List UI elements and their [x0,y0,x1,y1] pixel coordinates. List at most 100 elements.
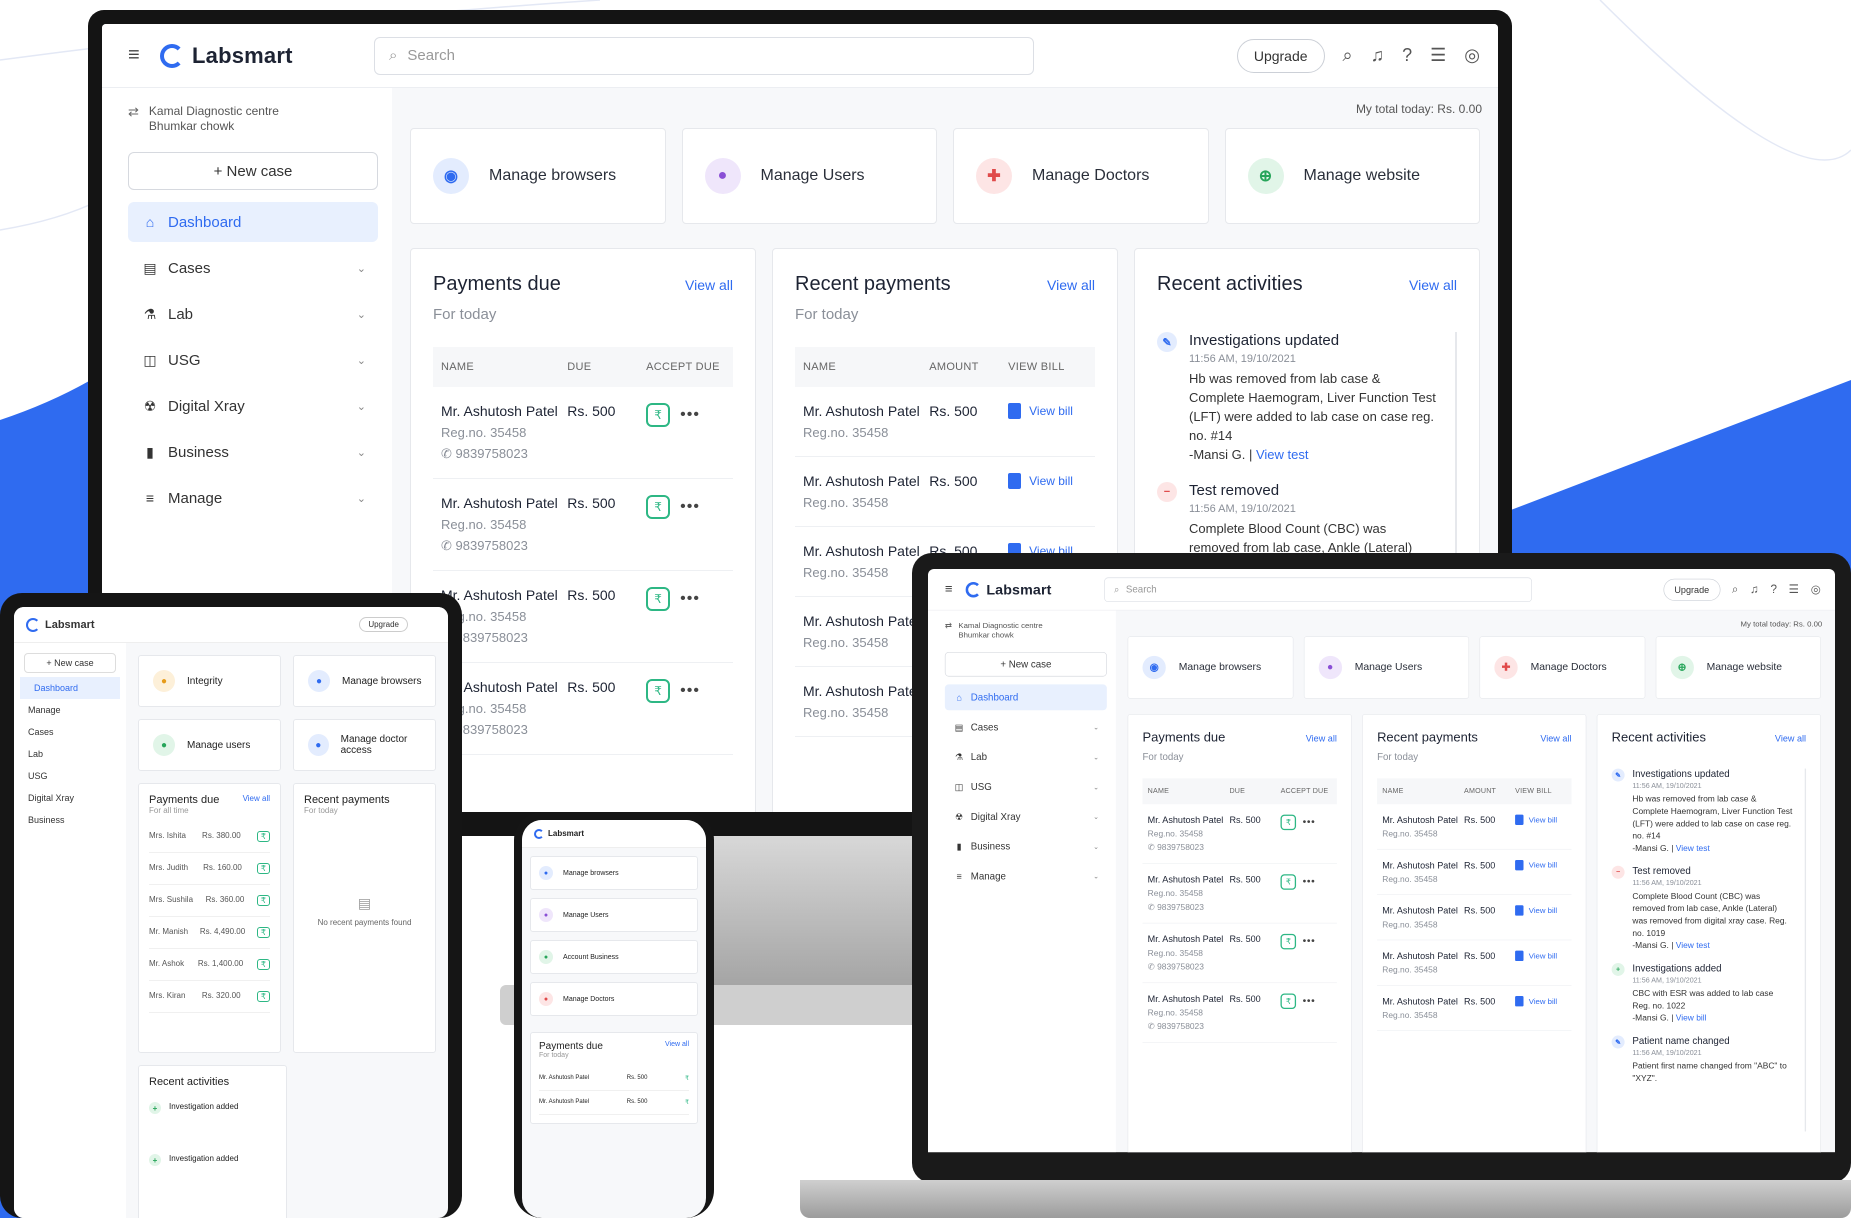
accept-due-button[interactable]: ₹ [646,403,671,427]
patient-name[interactable]: Mr. Ashutosh Patel [1148,993,1230,1003]
search-input[interactable]: ⌕ Search [374,36,1034,75]
user-icon[interactable]: ◎ [1811,583,1821,597]
menu-icon[interactable]: ≡ [945,582,959,597]
patient-name[interactable]: Mr. Ashok [149,959,184,970]
sidebar-item-lab[interactable]: ⚗ Lab ⌄ [128,294,378,334]
patient-name[interactable]: Mr. Ashutosh Patel [1148,874,1230,884]
checklist-icon[interactable]: ☰ [1789,583,1799,597]
view-bill-link[interactable]: View bill [1008,473,1073,489]
bell-icon[interactable]: ♫ [1371,45,1385,66]
view-bill-link[interactable]: View bill [1008,403,1073,419]
accept-due-button[interactable]: ₹ [1280,933,1297,950]
view-all-link[interactable]: View all [243,794,270,806]
more-options-icon[interactable]: ••• [1303,936,1316,948]
patient-name[interactable]: Mr. Ashutosh Patel [1148,934,1230,944]
patient-name[interactable]: Mr. Ashutosh Patel [441,587,567,603]
sidebar-item-manage[interactable]: ≡ Manage ⌄ [945,863,1107,889]
quick-action-card[interactable]: ✚ Manage Doctors [953,128,1209,224]
new-case-button[interactable]: + New case [944,651,1107,677]
more-options-icon[interactable]: ••• [680,682,700,700]
sidebar-item-xray[interactable]: Digital Xray [14,787,126,809]
view-all-link[interactable]: View all [665,1041,689,1052]
accept-due-button[interactable]: ₹ [685,1075,689,1082]
patient-name[interactable]: Mr. Ashutosh Patel [803,473,929,489]
new-case-button[interactable]: + New case [128,152,378,190]
patient-name[interactable]: Mr. Ashutosh Patel [1382,905,1464,915]
quick-action-card[interactable]: ● Manage Doctors [530,982,698,1016]
view-all-link[interactable]: View all [1775,733,1806,743]
accept-due-button[interactable]: ₹ [256,991,270,1002]
patient-name[interactable]: Mr. Ashutosh Patel [1382,996,1464,1006]
view-bill-link[interactable]: View bill [1515,859,1557,871]
search-icon[interactable]: ⌕ [1732,583,1739,597]
patient-name[interactable]: Mr. Ashutosh Patel [803,403,929,419]
more-options-icon[interactable]: ••• [680,406,700,424]
sidebar-item-manage[interactable]: Manage [14,699,126,721]
accept-due-button[interactable]: ₹ [646,679,671,703]
patient-name[interactable]: Mr. Ashutosh Patel [803,613,929,629]
activity-link[interactable]: View test [1676,843,1710,853]
quick-action-card[interactable]: ◉ Manage browsers [1127,636,1294,699]
quick-action-card[interactable]: ● Manage Users [681,128,937,224]
view-all-link[interactable]: View all [1540,733,1571,743]
upgrade-button[interactable]: Upgrade [1663,578,1721,601]
sidebar-item-usg[interactable]: ◫ USG ⌄ [945,774,1107,800]
view-all-link[interactable]: View all [1306,733,1337,743]
sidebar-item-dashboard[interactable]: ⌂ Dashboard [128,202,378,242]
more-options-icon[interactable]: ••• [1303,817,1316,829]
accept-due-button[interactable]: ₹ [256,831,270,842]
activity-link[interactable]: View test [1676,940,1710,950]
upgrade-button[interactable]: Upgrade [359,617,408,632]
view-all-link[interactable]: View all [1047,277,1095,293]
quick-action-card[interactable]: ● Account Business [530,940,698,974]
view-bill-link[interactable]: View bill [1515,950,1557,962]
more-options-icon[interactable]: ••• [680,590,700,608]
accept-due-button[interactable]: ₹ [1280,874,1297,890]
patient-name[interactable]: Mrs. Kiran [149,991,185,1002]
more-options-icon[interactable]: ••• [1303,995,1316,1007]
quick-action-card[interactable]: ● Manage browsers [293,655,436,707]
sidebar-item-cases[interactable]: ▤ Cases ⌄ [945,714,1107,740]
bell-icon[interactable]: ♫ [1750,583,1759,597]
centre-selector[interactable]: ⇄ Kamal Diagnostic centre Bhumkar chowk [102,88,392,134]
patient-name[interactable]: Mr. Ashutosh Patel [1382,860,1464,870]
help-icon[interactable]: ? [1770,583,1776,597]
quick-action-card[interactable]: ● Manage Users [530,898,698,932]
upgrade-button[interactable]: Upgrade [1236,38,1325,73]
quick-action-card[interactable]: ● Integrity [138,655,281,707]
patient-name[interactable]: Mr. Ashutosh Patel [1148,815,1230,825]
sidebar-item-business[interactable]: Business [14,809,126,831]
quick-action-card[interactable]: ● Manage browsers [530,856,698,890]
quick-action-card[interactable]: ● Manage Users [1303,636,1470,699]
patient-name[interactable]: Mr. Ashutosh Patel [1382,951,1464,961]
accept-due-button[interactable]: ₹ [1280,814,1297,831]
accept-due-button[interactable]: ₹ [256,959,270,970]
more-options-icon[interactable]: ••• [680,498,700,516]
sidebar-item-dashboard[interactable]: ⌂ Dashboard [944,684,1107,711]
sidebar-item-manage[interactable]: ≡ Manage ⌄ [128,478,378,518]
accept-due-button[interactable]: ₹ [256,895,270,906]
accept-due-button[interactable]: ₹ [685,1099,689,1106]
view-bill-link[interactable]: View bill [1515,814,1557,825]
quick-action-card[interactable]: ◉ Manage browsers [410,128,666,224]
patient-name[interactable]: Mr. Ashutosh Patel [441,403,567,419]
sidebar-item-usg[interactable]: USG [14,765,126,787]
view-bill-link[interactable]: View bill [1515,996,1557,1007]
quick-action-card[interactable]: ● Manage users [138,719,281,771]
sidebar-item-cases[interactable]: ▤ Cases ⌄ [128,248,378,288]
menu-icon[interactable]: ≡ [128,44,150,67]
accept-due-button[interactable]: ₹ [256,927,270,938]
quick-action-card[interactable]: ⊕ Manage website [1224,128,1480,224]
quick-action-card[interactable]: ✚ Manage Doctors [1479,636,1646,699]
sidebar-item-business[interactable]: ▮ Business ⌄ [128,432,378,472]
centre-selector[interactable]: ⇄ Kamal Diagnostic centre Bhumkar chowk [928,610,1116,640]
new-case-button[interactable]: + New case [24,653,116,673]
quick-action-card[interactable]: ● Manage doctor access [293,719,436,771]
patient-name[interactable]: Mrs. Ishita [149,831,186,842]
patient-name[interactable]: Mrs. Sushila [149,895,193,906]
sidebar-item-digital-xray[interactable]: ☢ Digital Xray ⌄ [945,804,1107,830]
user-icon[interactable]: ◎ [1464,45,1480,66]
sidebar-item-dashboard[interactable]: Dashboard [20,677,120,699]
sidebar-item-digital-xray[interactable]: ☢ Digital Xray ⌄ [128,386,378,426]
accept-due-button[interactable]: ₹ [1280,993,1297,1009]
